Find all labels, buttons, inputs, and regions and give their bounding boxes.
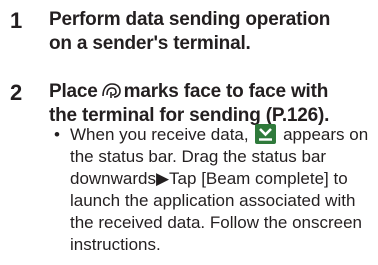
step-1-title: Perform data sending operation on a send…: [49, 8, 374, 56]
step-2-text-after-icon: marks face to face with: [123, 81, 329, 102]
note-text-after-icon: appears on the status bar. Drag the stat…: [70, 125, 369, 254]
step-1-number: 1: [10, 8, 23, 33]
beam-download-icon: [255, 124, 277, 144]
note-text: When you receive data, appears on the st…: [70, 124, 375, 256]
step-2-text-before-icon: Place: [49, 81, 98, 102]
note-text-before-icon: When you receive data,: [70, 125, 249, 144]
note-bullet: • When you receive data, appears on the …: [50, 124, 375, 256]
bullet-dot: •: [54, 125, 60, 144]
step-2-number: 2: [10, 80, 23, 105]
step-2-title: Place marks face to face with the termin…: [49, 80, 374, 128]
nfc-mark-icon: [101, 83, 121, 98]
step-1-line-2: on a sender's terminal.: [49, 33, 251, 54]
step-2-line-1: Place marks face to face with: [49, 80, 374, 104]
step-1-line-1: Perform data sending operation: [49, 9, 331, 30]
